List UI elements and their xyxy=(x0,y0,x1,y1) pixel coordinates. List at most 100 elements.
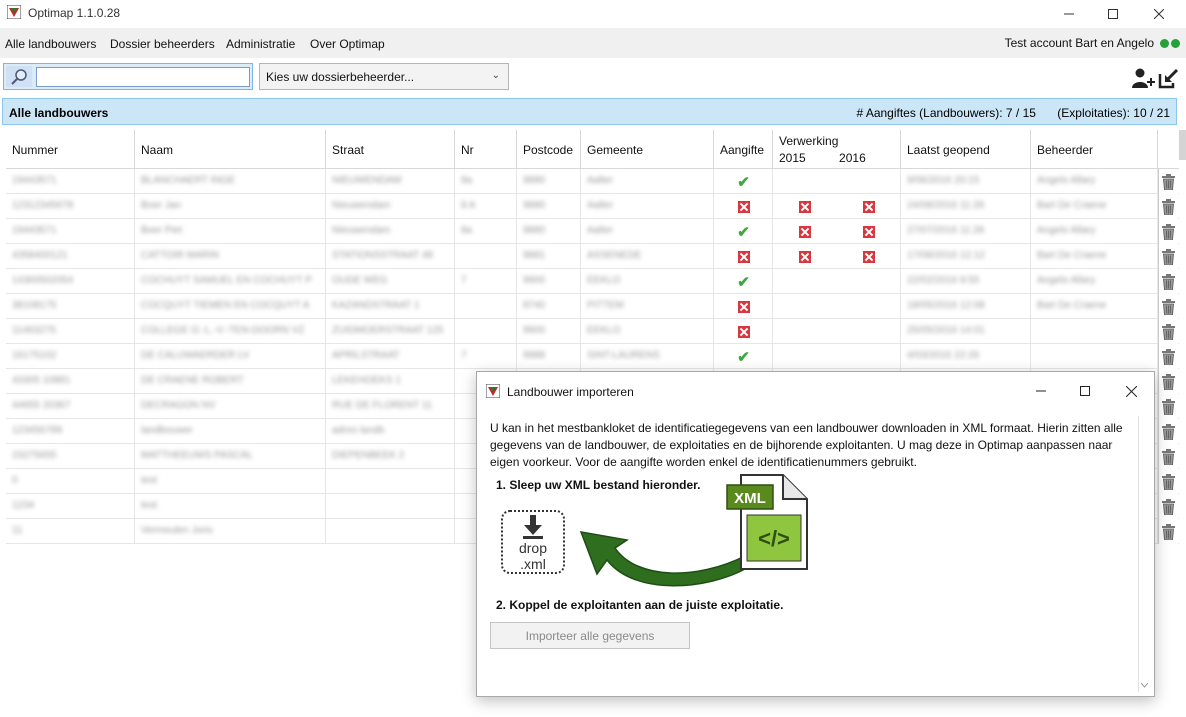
delete-row-button[interactable] xyxy=(1158,369,1178,394)
cell-straat-text: Nieuwendam xyxy=(332,225,391,236)
col-nummer[interactable]: Nummer xyxy=(6,130,135,169)
cell-nummer: 0 xyxy=(6,469,135,494)
col-gemeente[interactable]: Gemeente xyxy=(581,130,714,169)
cell-straat: KAZANDSTRAAT 1 xyxy=(326,294,455,319)
cell-straat: OUDE WEG xyxy=(326,269,455,294)
xml-drop-zone[interactable]: drop .xml xyxy=(501,510,565,574)
checkmark-icon: ✔ xyxy=(737,223,750,241)
add-user-icon[interactable] xyxy=(1131,66,1155,90)
toolbar: Kies uw dossierbeheerder... ⌄ xyxy=(0,58,1186,98)
delete-row-button[interactable] xyxy=(1158,169,1178,194)
cell-verwerking-2016 xyxy=(837,269,901,294)
cell-nummer-text: 19443571 xyxy=(12,175,57,186)
xml-file-icon: XML </> xyxy=(726,474,808,570)
cell-gemeente-text: EEKLO xyxy=(587,325,621,336)
delete-row-button[interactable] xyxy=(1158,519,1178,544)
cell-verwerking-2015 xyxy=(773,194,837,219)
maximize-button[interactable] xyxy=(1090,0,1136,28)
delete-row-button[interactable] xyxy=(1158,244,1178,269)
cell-naam: CATTOIR MARIN xyxy=(135,244,326,269)
delete-row-button[interactable] xyxy=(1158,394,1178,419)
table-row[interactable]: 4358400121 CATTOIR MARIN STATIONSSTRAAT 48… xyxy=(6,244,1179,269)
cell-nummer: 43305 10881 xyxy=(6,369,135,394)
cell-straat: STATIONSSTRAAT 48 xyxy=(326,244,455,269)
table-row[interactable]: 12312345678 Boer Jan Nieuwendam 8 A 9880 Aalt… xyxy=(6,194,1179,219)
delete-row-button[interactable] xyxy=(1158,294,1178,319)
delete-row-button[interactable] xyxy=(1158,494,1178,519)
cell-gemeente-text: EEKLO xyxy=(587,275,621,286)
export-icon[interactable] xyxy=(1157,66,1181,90)
cell-nummer: 11 xyxy=(6,519,135,544)
table-row[interactable]: 14300502054 COCHUYT SAMUEL EN COCHUYT P OU… xyxy=(6,269,1179,294)
cell-gemeente: SINT-LAURENS xyxy=(581,344,714,369)
col-verwerking[interactable]: Verwerking 2015 2016 xyxy=(773,130,901,169)
col-naam[interactable]: Naam xyxy=(135,130,326,169)
delete-row-button[interactable] xyxy=(1158,469,1178,494)
drop-label: drop xyxy=(518,540,548,556)
import-all-button[interactable]: Importeer alle gegevens xyxy=(490,622,690,649)
col-aangifte[interactable]: Aangifte xyxy=(714,130,773,169)
trash-icon xyxy=(1162,223,1175,240)
window-scrollbar[interactable] xyxy=(1179,130,1186,160)
delete-row-button[interactable] xyxy=(1158,269,1178,294)
cell-laatst-geopend: 24/08/2016 11:28 xyxy=(901,194,1031,219)
dialog-minimize-button[interactable] xyxy=(1021,378,1061,404)
cell-laatst-geopend-text: 22/02/2016 9:55 xyxy=(907,275,980,286)
cell-nr: 8a xyxy=(455,219,517,244)
trash-icon xyxy=(1162,198,1175,215)
search-input[interactable] xyxy=(36,67,250,87)
table-row[interactable]: 19443571 Boer Piet Nieuwendam 8a 9880 Aalter 2… xyxy=(6,219,1179,244)
cell-naam: Vermeulen Joris xyxy=(135,519,326,544)
minimize-button[interactable] xyxy=(1046,0,1092,28)
col-laatst-geopend[interactable]: Laatst geopend xyxy=(901,130,1031,169)
cell-nr xyxy=(455,319,517,344)
menu-alle-landbouwers[interactable]: Alle landbouwers xyxy=(5,37,96,51)
dialog-maximize-button[interactable] xyxy=(1065,378,1105,404)
cell-postcode-text: 9900 xyxy=(523,275,546,286)
trash-icon xyxy=(1162,273,1175,290)
table-row[interactable]: 19443571 BLANCHAERT INGE NIEUWENDAM 8a 9880 A… xyxy=(6,169,1179,194)
delete-row-button[interactable] xyxy=(1158,219,1178,244)
delete-row-button[interactable] xyxy=(1158,319,1178,344)
cell-beheerder: Angelo Allary xyxy=(1031,219,1158,244)
delete-row-button[interactable] xyxy=(1158,444,1178,469)
cell-nummer: 19443571 xyxy=(6,169,135,194)
cell-naam: BLANCHAERT INGE xyxy=(135,169,326,194)
cell-nummer: 16175102 xyxy=(6,344,135,369)
close-button[interactable] xyxy=(1136,0,1182,28)
col-straat[interactable]: Straat xyxy=(326,130,455,169)
delete-row-button[interactable] xyxy=(1158,344,1178,369)
col-beheerder[interactable]: Beheerder xyxy=(1031,130,1158,169)
table-row[interactable]: 38108175 COCQUYT TIEMEN EN COCQUYT A KAZAN… xyxy=(6,294,1179,319)
cell-nummer: 23275655 xyxy=(6,444,135,469)
table-row[interactable]: 16175102 DE CALUWAERDER LV APRILSTRAAT 7 998… xyxy=(6,344,1179,369)
menu-dossier-beheerders[interactable]: Dossier beheerders xyxy=(110,37,215,51)
search-button[interactable] xyxy=(6,66,32,87)
menu-administratie[interactable]: Administratie xyxy=(226,37,295,51)
checkmark-icon: ✔ xyxy=(737,348,750,366)
cell-verwerking-2016 xyxy=(837,319,901,344)
delete-row-button[interactable] xyxy=(1158,194,1178,219)
cell-laatst-geopend-text: 9/06/2016 20:15 xyxy=(907,175,980,186)
cell-nummer: 4358400121 xyxy=(6,244,135,269)
cross-icon xyxy=(737,200,750,213)
table-row[interactable]: 11463275 COLLEGE O.-L.-V.-TEN-DOORN VZ ZUI… xyxy=(6,319,1179,344)
col-postcode[interactable]: Postcode xyxy=(517,130,581,169)
menu-over-optimap[interactable]: Over Optimap xyxy=(310,37,385,51)
dialog-scrollbar[interactable] xyxy=(1138,416,1148,692)
search-icon xyxy=(11,69,27,85)
cell-straat xyxy=(326,469,455,494)
cell-naam: DE CRAENE ROBERT xyxy=(135,369,326,394)
delete-row-button[interactable] xyxy=(1158,419,1178,444)
minimize-icon xyxy=(1036,390,1046,392)
cell-beheerder xyxy=(1031,319,1158,344)
dossierbeheerder-select[interactable]: Kies uw dossierbeheerder... ⌄ xyxy=(259,63,509,90)
cell-nummer: 19443571 xyxy=(6,219,135,244)
cell-naam: test xyxy=(135,494,326,519)
cell-straat: RUE DE FLORENT 11 xyxy=(326,394,455,419)
app-logo-icon xyxy=(486,384,500,398)
cell-laatst-geopend-text: 18/05/2016 12:08 xyxy=(907,300,985,311)
dialog-close-button[interactable] xyxy=(1111,378,1151,404)
cell-straat-text: APRILSTRAAT xyxy=(332,350,400,361)
col-nr[interactable]: Nr xyxy=(455,130,517,169)
